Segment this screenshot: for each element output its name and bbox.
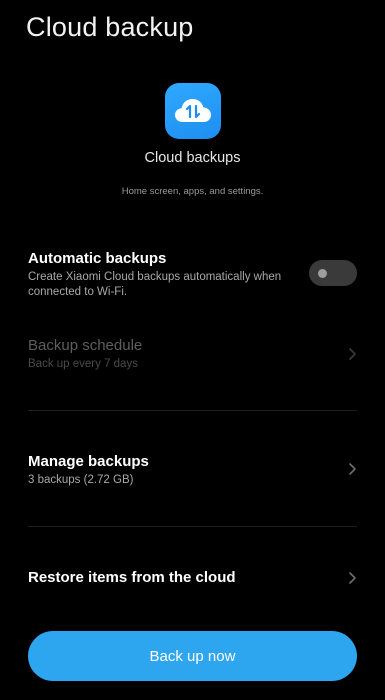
chevron-right-icon [349, 572, 356, 584]
chevron-right-icon [349, 348, 356, 360]
restore-items-row[interactable]: Restore items from the cloud [28, 569, 357, 589]
automatic-backups-title: Automatic backups [28, 250, 167, 267]
back-up-now-button[interactable]: Back up now [28, 631, 357, 681]
backup-schedule-title: Backup schedule [28, 337, 143, 354]
restore-items-title: Restore items from the cloud [28, 569, 236, 586]
manage-backups-row[interactable]: Manage backups 3 backups (2.72 GB) [28, 453, 357, 493]
backup-schedule-row: Backup schedule Back up every 7 days [28, 337, 357, 377]
divider [28, 410, 357, 411]
manage-backups-description: 3 backups (2.72 GB) [28, 474, 134, 486]
automatic-backups-description: Create Xiaomi Cloud backups automaticall… [28, 271, 282, 298]
automatic-backups-toggle[interactable] [309, 260, 357, 286]
page-title: Cloud backup [26, 12, 194, 42]
divider [28, 526, 357, 527]
hero-title: Cloud backups [144, 150, 241, 166]
backup-schedule-description: Back up every 7 days [28, 358, 138, 370]
hero-subtitle: Home screen, apps, and settings. [121, 186, 264, 197]
automatic-backups-row[interactable]: Automatic backups Create Xiaomi Cloud ba… [28, 250, 357, 300]
toggle-knob [318, 269, 327, 278]
chevron-right-icon [349, 463, 356, 475]
manage-backups-title: Manage backups [28, 453, 149, 470]
cloud-sync-icon [164, 83, 221, 139]
cloud-icon [174, 99, 211, 122]
hero-section: Cloud backups Home screen, apps, and set… [0, 83, 385, 197]
